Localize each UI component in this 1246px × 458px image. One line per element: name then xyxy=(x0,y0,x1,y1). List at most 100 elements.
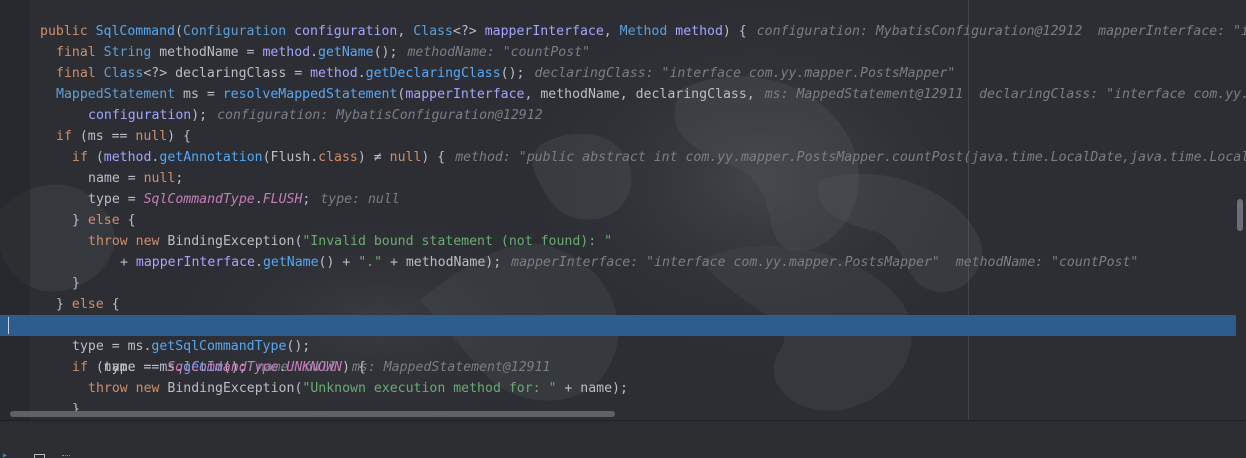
code-token[interactable]: SqlCommandType xyxy=(167,360,278,375)
code-token[interactable]: UNKNOWN xyxy=(286,360,342,375)
code-token[interactable]: , methodName, declaringClass, xyxy=(524,87,754,102)
code-line[interactable]: type = SqlCommandType.FLUSH; type: null xyxy=(0,189,1246,210)
code-token[interactable]: Configuration xyxy=(183,24,286,39)
code-token[interactable]: getSqlCommandType xyxy=(151,339,286,354)
code-token[interactable]: () + xyxy=(319,255,359,270)
code-token[interactable]: (type == xyxy=(96,360,167,375)
code-token[interactable]: mapperInterface xyxy=(136,255,255,270)
code-token[interactable]: null xyxy=(390,150,422,165)
code-token[interactable]: getAnnotation xyxy=(159,150,262,165)
code-token[interactable]: FLUSH xyxy=(263,192,303,207)
stop-icon[interactable] xyxy=(34,454,45,458)
code-token[interactable]: configuration xyxy=(88,108,191,123)
code-token[interactable]: . xyxy=(310,45,318,60)
code-token[interactable]: } xyxy=(72,213,88,228)
code-line[interactable]: throw new BindingException("Unknown exec… xyxy=(0,378,1246,399)
code-token[interactable]: type = ms. xyxy=(72,339,151,354)
code-token[interactable]: + xyxy=(120,255,136,270)
code-line[interactable]: final Class<?> declaringClass = method.g… xyxy=(0,63,1246,84)
code-token[interactable]: ; xyxy=(175,171,183,186)
code-token[interactable]: <?> declaringClass = xyxy=(143,66,310,81)
code-token[interactable]: . xyxy=(255,255,263,270)
code-token[interactable]: public xyxy=(40,24,96,39)
code-token[interactable]: final xyxy=(56,45,104,60)
vertical-scrollbar-thumb[interactable] xyxy=(1237,199,1243,231)
code-token[interactable]: (); xyxy=(286,339,310,354)
code-token[interactable]: "." xyxy=(358,255,382,270)
code-token[interactable]: . xyxy=(358,66,366,81)
code-token[interactable]: (); xyxy=(374,45,398,60)
code-token[interactable]: null xyxy=(135,129,167,144)
code-token[interactable]: if xyxy=(72,150,96,165)
code-token[interactable]: ) { xyxy=(723,24,747,39)
code-token[interactable]: getName xyxy=(318,45,374,60)
code-token[interactable]: "Unknown execution method for: " xyxy=(302,381,556,396)
code-line[interactable]: } else { xyxy=(0,294,1246,315)
code-token[interactable]: . xyxy=(255,192,263,207)
code-token[interactable]: class xyxy=(318,150,358,165)
code-token[interactable]: "Invalid bound statement (not found): " xyxy=(302,234,612,249)
code-token[interactable]: method xyxy=(262,45,310,60)
code-token[interactable]: (ms == xyxy=(80,129,136,144)
code-token[interactable]: method xyxy=(104,150,152,165)
code-token[interactable]: + methodName); xyxy=(382,255,501,270)
code-token[interactable]: ); xyxy=(191,108,207,123)
code-token[interactable]: , xyxy=(604,24,620,39)
code-token[interactable]: } xyxy=(72,276,80,291)
code-token[interactable]: ( xyxy=(96,150,104,165)
code-token[interactable]: mapperInterface xyxy=(405,87,524,102)
code-token[interactable]: final xyxy=(56,66,104,81)
code-token[interactable]: BindingException( xyxy=(167,234,302,249)
code-token[interactable]: SqlCommandType xyxy=(144,192,255,207)
vertical-scrollbar[interactable] xyxy=(1234,0,1246,420)
code-token[interactable]: if xyxy=(72,360,96,375)
code-token[interactable]: SqlCommand xyxy=(96,24,175,39)
code-editor[interactable]: public SqlCommand(Configuration configur… xyxy=(0,0,1246,420)
code-token[interactable]: { xyxy=(104,297,120,312)
code-token[interactable]: ) ≠ xyxy=(358,150,390,165)
code-line[interactable]: } else { xyxy=(0,210,1246,231)
code-token[interactable]: type = xyxy=(88,192,144,207)
code-token[interactable]: null xyxy=(144,171,176,186)
code-token[interactable]: mapperInterface xyxy=(485,24,604,39)
code-line[interactable]: + mapperInterface.getName() + "." + meth… xyxy=(0,252,1246,273)
code-token[interactable]: + name); xyxy=(556,381,628,396)
code-line[interactable]: if (ms == null) { xyxy=(0,126,1246,147)
code-line[interactable]: MappedStatement ms = resolveMappedStatem… xyxy=(0,84,1246,105)
code-token[interactable]: throw new xyxy=(88,234,167,249)
horizontal-scrollbar[interactable] xyxy=(0,408,1234,420)
code-token[interactable]: ) { xyxy=(342,360,366,375)
code-token[interactable]: , xyxy=(397,24,413,39)
code-token[interactable]: throw new xyxy=(88,381,167,396)
debug-run-icon[interactable]: ▸ xyxy=(2,451,10,458)
code-token[interactable]: MappedStatement xyxy=(56,87,175,102)
code-token[interactable]: if xyxy=(56,129,80,144)
code-line[interactable]: if (method.getAnnotation(Flush.class) ≠ … xyxy=(0,147,1246,168)
code-token[interactable]: methodName = xyxy=(151,45,262,60)
code-lines[interactable]: public SqlCommand(Configuration configur… xyxy=(0,21,1246,420)
code-line[interactable]: if (type == SqlCommandType.UNKNOWN) { xyxy=(0,357,1246,378)
code-line[interactable]: configuration); configuration: MybatisCon… xyxy=(0,105,1246,126)
code-token[interactable]: ( xyxy=(175,24,183,39)
code-token[interactable]: ms = xyxy=(175,87,223,102)
code-token[interactable]: BindingException( xyxy=(167,381,302,396)
code-token[interactable]: resolveMappedStatement xyxy=(223,87,398,102)
code-line[interactable]: type = ms.getSqlCommandType(); xyxy=(0,336,1246,357)
code-token[interactable]: getName xyxy=(263,255,319,270)
code-token[interactable]: ) { xyxy=(167,129,191,144)
code-token[interactable]: configuration xyxy=(294,24,397,39)
code-line[interactable]: throw new BindingException("Invalid boun… xyxy=(0,231,1246,252)
code-token[interactable]: getDeclaringClass xyxy=(366,66,501,81)
code-token[interactable] xyxy=(286,24,294,39)
code-token[interactable]: ) { xyxy=(421,150,445,165)
code-token[interactable]: name = xyxy=(88,171,144,186)
code-token[interactable]: else xyxy=(72,297,104,312)
code-line[interactable]: public SqlCommand(Configuration configur… xyxy=(0,21,1246,42)
code-token[interactable]: (Flush. xyxy=(263,150,319,165)
code-line-current[interactable]: name = ms.getId(); name: null ms: MappedS… xyxy=(0,315,1236,375)
code-token[interactable]: method xyxy=(675,24,723,39)
code-token[interactable]: else xyxy=(88,213,120,228)
code-token[interactable]: Class xyxy=(104,66,144,81)
code-token[interactable]: { xyxy=(120,213,136,228)
code-token[interactable]: <?> xyxy=(453,24,485,39)
